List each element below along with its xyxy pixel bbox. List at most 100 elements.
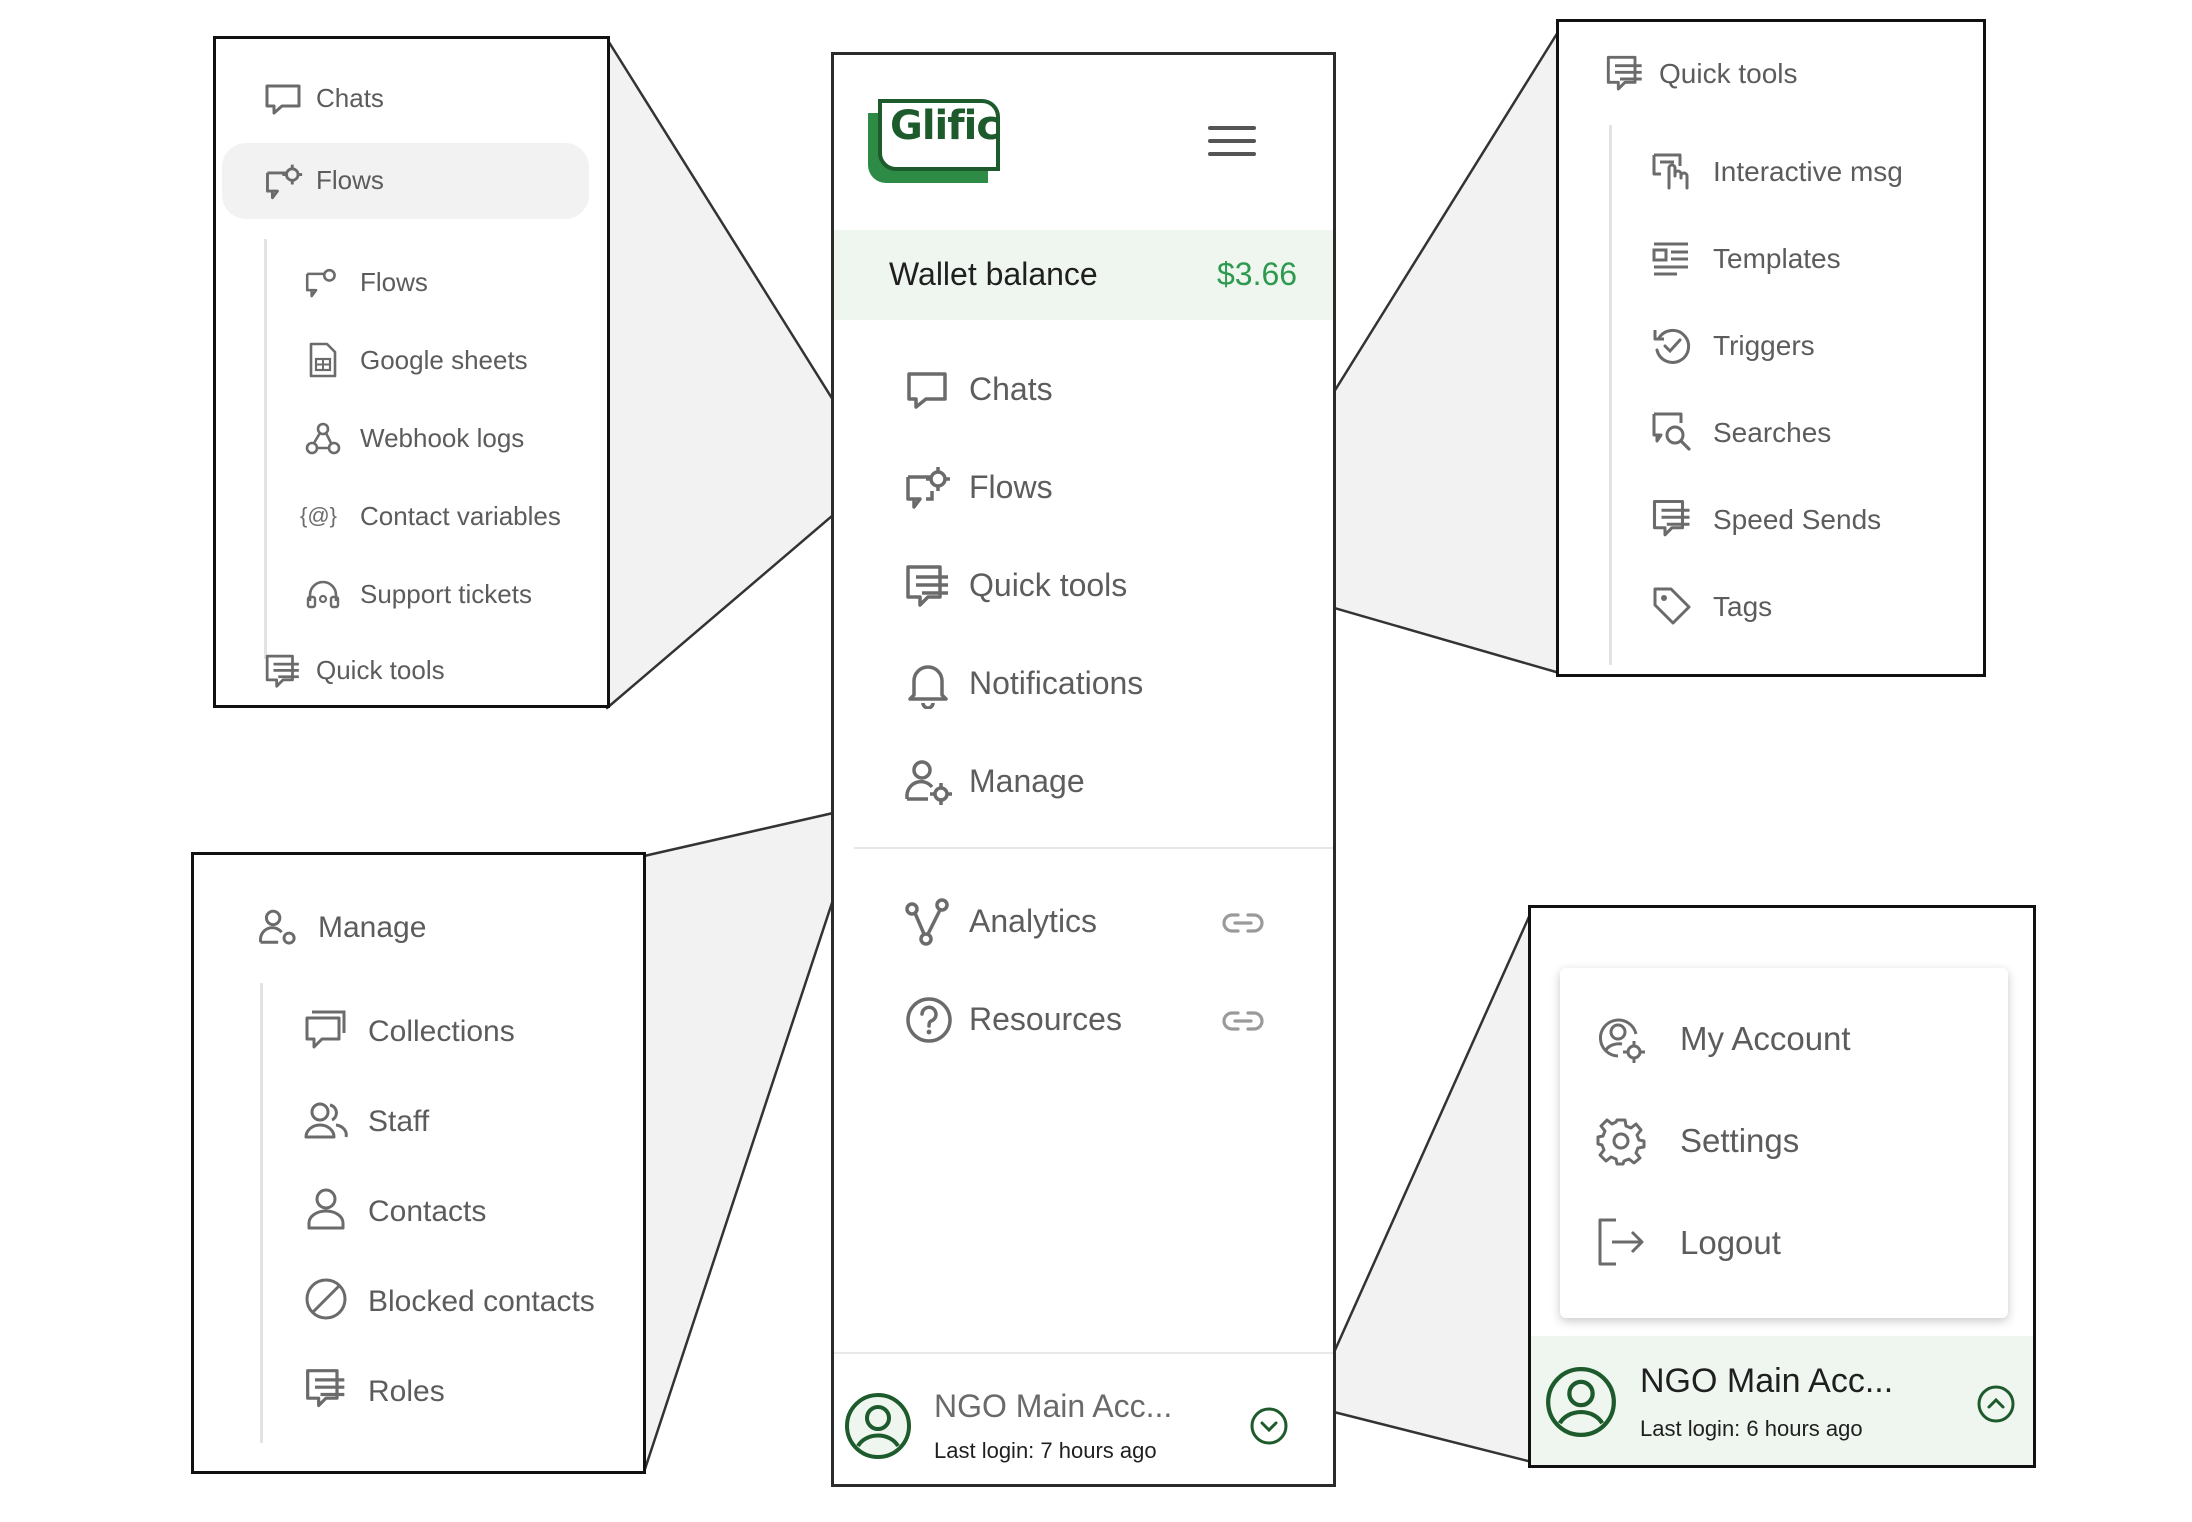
submenu-item-searches[interactable]: Searches: [1639, 403, 1979, 463]
contact-variables-icon: {@}: [300, 503, 338, 528]
flows-gear-icon: [904, 465, 952, 511]
zoom-quick-label-title: Quick tools: [1659, 58, 1798, 89]
submenu-label: Triggers: [1713, 330, 1815, 361]
tag-icon: [1651, 585, 1693, 627]
submenu-label: Flows: [360, 267, 428, 297]
main-sidebar: Glific Wallet balance $3.66 Chats Flows …: [831, 52, 1336, 1487]
submenu-label: Staff: [368, 1105, 430, 1138]
submenu-item-roles[interactable]: Roles: [294, 1359, 639, 1421]
chevron-down-circle-icon[interactable]: [1249, 1406, 1289, 1446]
speed-sends-icon: [1651, 498, 1693, 540]
menu-item-my-account[interactable]: My Account: [1560, 998, 2008, 1078]
webhook-icon: [304, 419, 342, 457]
zoom-flows-label-flows: Flows: [316, 165, 384, 195]
submenu-item-contact-variables[interactable]: {@} Contact variables: [286, 489, 606, 545]
nav-item-flows[interactable]: Flows: [834, 453, 1333, 523]
contact-person-icon: [306, 1187, 346, 1231]
nav-item-chats[interactable]: Chats: [834, 355, 1333, 425]
chat-bubble-icon: [264, 83, 302, 117]
spreadsheet-doc-icon: [308, 341, 338, 379]
nav-label-flows: Flows: [969, 469, 1053, 505]
nav-item-quick-tools[interactable]: Quick tools: [834, 551, 1333, 621]
zoom-flows-chats-item[interactable]: Chats: [216, 69, 607, 125]
submenu-label: Collections: [368, 1015, 515, 1048]
submenu-item-google-sheets[interactable]: Google sheets: [286, 333, 596, 389]
quick-tools-icon: [1605, 54, 1645, 94]
last-login: Last login: 6 hours ago: [1640, 1416, 1863, 1441]
submenu-item-triggers[interactable]: Triggers: [1639, 316, 1979, 376]
submenu-item-tags[interactable]: Tags: [1639, 577, 1979, 637]
analytics-nodes-icon: [904, 897, 952, 947]
nav-divider: [854, 847, 1333, 849]
submenu-item-support-tickets[interactable]: Support tickets: [286, 567, 596, 623]
zoom-panel-flows: Chats Flows Flows Google sheets Webhook …: [213, 36, 610, 708]
submenu-item-webhook-logs[interactable]: Webhook logs: [286, 411, 596, 467]
submenu-item-contacts[interactable]: Contacts: [294, 1179, 639, 1241]
account-footer[interactable]: NGO Main Acc... Last login: 7 hours ago: [834, 1352, 1333, 1484]
submenu-indent-line: [1609, 125, 1612, 665]
nav-item-analytics[interactable]: Analytics: [834, 887, 1333, 957]
menu-label: My Account: [1680, 1020, 1851, 1057]
logout-icon: [1596, 1216, 1646, 1268]
nav-label-resources: Resources: [969, 1001, 1122, 1037]
submenu-label: Templates: [1713, 243, 1841, 274]
account-name: NGO Main Acc...: [934, 1388, 1173, 1424]
chat-bubble-icon: [904, 369, 950, 413]
submenu-label: Webhook logs: [360, 423, 525, 453]
submenu-label: Interactive msg: [1713, 156, 1903, 187]
submenu-indent-line: [264, 239, 267, 659]
submenu-item-staff[interactable]: Staff: [294, 1089, 639, 1151]
zoom-manage-label-title: Manage: [318, 911, 427, 944]
chevron-up-circle-icon[interactable]: [1976, 1384, 2016, 1424]
submenu-label: Tags: [1713, 591, 1773, 622]
zoom-manage-title-item[interactable]: Manage: [194, 897, 643, 957]
glific-logo[interactable]: Glific: [868, 99, 1000, 183]
nav-label-quick-tools: Quick tools: [969, 567, 1128, 603]
block-circle-icon: [304, 1277, 348, 1321]
staff-users-icon: [304, 1099, 348, 1141]
submenu-item-interactive-msg[interactable]: Interactive msg: [1639, 142, 1979, 202]
nav-item-manage[interactable]: Manage: [834, 747, 1333, 817]
submenu-label: Searches: [1713, 417, 1832, 448]
submenu-label: Contact variables: [360, 501, 561, 531]
submenu-item-speed-sends[interactable]: Speed Sends: [1639, 490, 1979, 550]
nav-item-resources[interactable]: Resources: [834, 985, 1333, 1055]
nav-label-analytics: Analytics: [969, 903, 1098, 939]
submenu-item-blocked-contacts[interactable]: Blocked contacts: [294, 1269, 639, 1331]
template-list-icon: [1651, 239, 1691, 279]
hamburger-menu-icon[interactable]: [1207, 122, 1257, 162]
account-dropdown-menu: My Account Settings Logout: [1560, 968, 2008, 1318]
submenu-item-templates[interactable]: Templates: [1639, 229, 1979, 289]
submenu-label: Roles: [368, 1375, 445, 1408]
search-chat-icon: [1651, 411, 1693, 453]
zoom-panel-quick-tools: Quick tools Interactive msg Templates Tr…: [1556, 19, 1986, 677]
wallet-balance-row: Wallet balance $3.66: [834, 230, 1333, 320]
menu-item-settings[interactable]: Settings: [1560, 1100, 2008, 1180]
submenu-label: Support tickets: [360, 579, 532, 609]
account-name: NGO Main Acc...: [1640, 1362, 1894, 1400]
account-footer-expanded[interactable]: NGO Main Acc... Last login: 6 hours ago: [1531, 1336, 2033, 1465]
wallet-label: Wallet balance: [889, 256, 1098, 292]
menu-label: Settings: [1680, 1122, 1800, 1159]
zoom-quick-title-item[interactable]: Quick tools: [1559, 46, 1983, 102]
zoom-flows-quick-tools-item[interactable]: Quick tools: [216, 641, 607, 697]
trigger-refresh-check-icon: [1651, 324, 1693, 366]
submenu-item-flows[interactable]: Flows: [286, 255, 596, 311]
flows-gear-icon: [304, 265, 340, 299]
help-circle-icon: [904, 995, 954, 1045]
last-login: Last login: 7 hours ago: [934, 1438, 1157, 1463]
zoom-flows-label-quick-tools: Quick tools: [316, 655, 445, 685]
wallet-amount: $3.66: [1217, 256, 1298, 292]
collections-icon: [304, 1009, 348, 1051]
submenu-item-collections[interactable]: Collections: [294, 999, 639, 1061]
zoom-flows-flows-item[interactable]: Flows: [222, 143, 589, 219]
menu-item-logout[interactable]: Logout: [1560, 1202, 2008, 1282]
support-headset-icon: [304, 575, 342, 613]
submenu-label: Google sheets: [360, 345, 528, 375]
menu-label: Logout: [1680, 1224, 1781, 1261]
nav-item-notifications[interactable]: Notifications: [834, 649, 1333, 719]
avatar-icon: [1545, 1366, 1617, 1438]
avatar-icon: [844, 1392, 912, 1460]
nav-label-chats: Chats: [969, 371, 1053, 407]
quick-tools-icon: [904, 563, 952, 611]
